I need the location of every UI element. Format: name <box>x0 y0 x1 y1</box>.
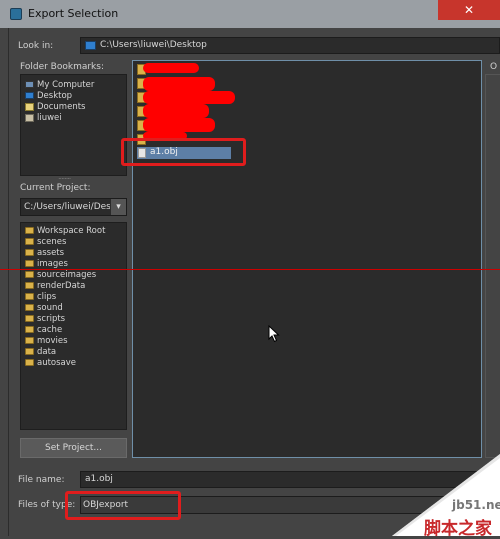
window-title: Export Selection <box>28 7 119 20</box>
project-item-label: cache <box>37 324 63 335</box>
folder-icon <box>25 260 34 267</box>
watermark-brand: 脚本之家 <box>424 519 492 539</box>
options-label-clipped: O <box>490 62 498 72</box>
look-in-path-field[interactable]: C:\Users\liuwei\Desktop <box>80 37 500 54</box>
project-item-label: sourceimages <box>37 269 97 280</box>
project-item-clips[interactable]: clips <box>25 291 56 302</box>
guide-line <box>0 269 500 270</box>
highlight-box-selected-file <box>121 138 246 166</box>
folder-icon <box>25 227 34 234</box>
folder-icon <box>25 271 34 278</box>
close-button[interactable]: ✕ <box>438 0 500 20</box>
current-project-dropdown[interactable]: C:/Users/liuwei/Deskt ▾ <box>20 198 127 216</box>
folder-bookmarks-label: Folder Bookmarks: <box>20 62 104 72</box>
project-item-scenes[interactable]: scenes <box>25 236 66 247</box>
project-item-assets[interactable]: assets <box>25 247 64 258</box>
project-item-sourceimages[interactable]: sourceimages <box>25 269 96 280</box>
folder-icon <box>25 249 34 256</box>
folder-icon <box>25 293 34 300</box>
folder-bookmarks-list[interactable]: My Computer Desktop Documents liuwei <box>20 74 127 176</box>
project-item-sound[interactable]: sound <box>25 302 63 313</box>
file-name-label: File name: <box>18 475 65 485</box>
project-item-workspace-root[interactable]: Workspace Root <box>25 225 105 236</box>
project-item-images[interactable]: images <box>25 258 68 269</box>
file-browser-panel[interactable]: a1.obj <box>132 60 482 458</box>
app-icon <box>10 8 22 20</box>
project-item-movies[interactable]: movies <box>25 335 68 346</box>
folder-icon <box>25 282 34 289</box>
watermark-site: jb51.net <box>452 498 500 512</box>
user-folder-icon <box>25 113 34 122</box>
redaction-mark <box>143 104 209 118</box>
folder-icon <box>25 238 34 245</box>
redaction-mark <box>143 118 215 132</box>
splitter-grip[interactable]: ........ <box>58 172 71 181</box>
folder-icon <box>25 348 34 355</box>
project-item-label: scripts <box>37 313 66 324</box>
file-name-value: a1.obj <box>85 474 113 484</box>
project-item-label: Workspace Root <box>37 225 106 236</box>
computer-icon <box>25 81 34 88</box>
project-item-cache[interactable]: cache <box>25 324 62 335</box>
documents-icon <box>25 102 34 111</box>
folder-icon <box>25 304 34 311</box>
redaction-mark <box>143 91 235 104</box>
redaction-mark <box>143 63 199 73</box>
folder-icon <box>25 359 34 366</box>
project-item-label: scenes <box>37 236 67 247</box>
redaction-mark <box>143 77 215 91</box>
bookmark-label: Documents <box>37 101 86 112</box>
current-project-label: Current Project: <box>20 183 91 193</box>
project-item-renderdata[interactable]: renderData <box>25 280 85 291</box>
bookmark-documents[interactable]: Documents <box>25 101 85 112</box>
mouse-cursor-icon <box>268 325 280 343</box>
bookmark-liuwei[interactable]: liuwei <box>25 112 62 123</box>
project-item-label: sound <box>37 302 63 313</box>
bookmark-desktop[interactable]: Desktop <box>25 90 72 101</box>
bookmark-label: liuwei <box>37 112 62 123</box>
bookmark-my-computer[interactable]: My Computer <box>25 79 94 90</box>
bookmark-label: Desktop <box>37 90 73 101</box>
project-item-label: movies <box>37 335 68 346</box>
project-item-label: renderData <box>37 280 86 291</box>
project-item-autosave[interactable]: autosave <box>25 357 76 368</box>
project-folders-list[interactable]: Workspace Root scenes assets images sour… <box>20 222 127 430</box>
folder-icon <box>25 326 34 333</box>
folder-icon <box>25 337 34 344</box>
project-item-label: data <box>37 346 57 357</box>
desktop-icon <box>25 92 34 99</box>
project-item-label: images <box>37 258 68 269</box>
current-project-value: C:/Users/liuwei/Deskt <box>24 202 110 212</box>
project-item-label: autosave <box>37 357 77 368</box>
project-item-label: clips <box>37 291 57 302</box>
folder-icon <box>25 315 34 322</box>
look-in-path-text: C:\Users\liuwei\Desktop <box>100 40 207 50</box>
desktop-icon <box>85 41 96 50</box>
options-panel-edge <box>485 74 500 458</box>
project-item-data[interactable]: data <box>25 346 56 357</box>
highlight-box-file-type <box>65 491 181 520</box>
project-item-scripts[interactable]: scripts <box>25 313 65 324</box>
file-type-label-text: Files of typ <box>18 500 67 510</box>
look-in-label: Look in: <box>18 41 54 51</box>
set-project-button[interactable]: Set Project... <box>20 438 127 458</box>
bookmark-label: My Computer <box>37 79 95 90</box>
project-item-label: assets <box>37 247 65 258</box>
chevron-down-icon[interactable]: ▾ <box>111 199 126 215</box>
